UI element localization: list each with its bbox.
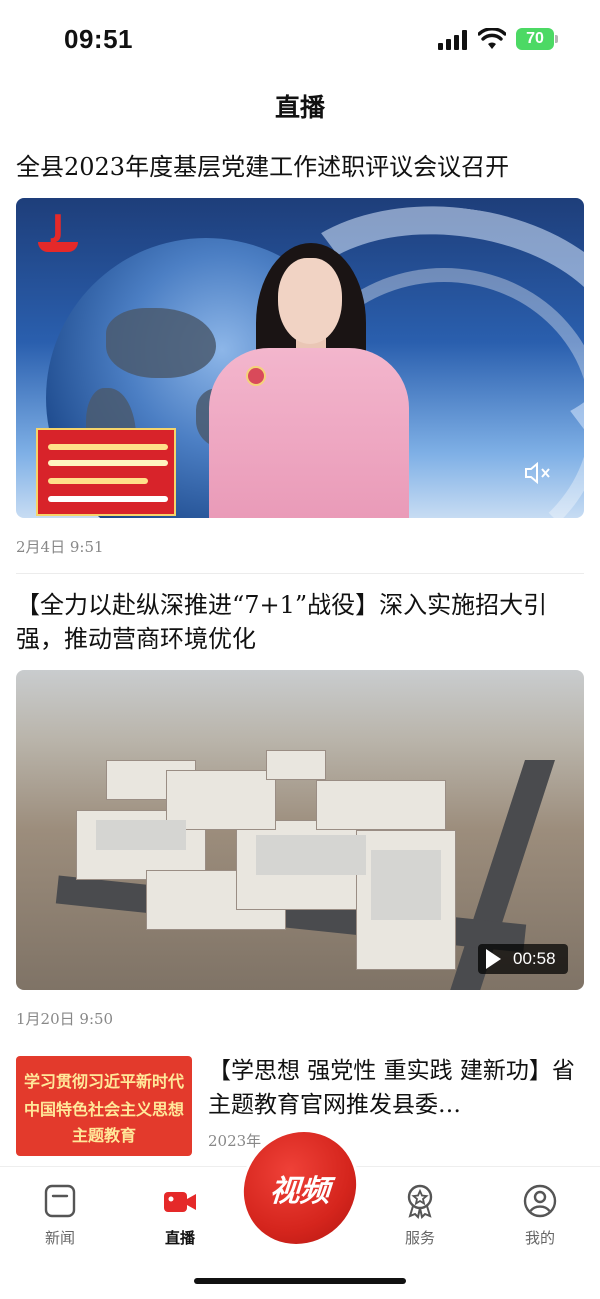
status-bar: 09:51 70 <box>0 0 600 80</box>
article-video-thumbnail[interactable]: J <box>16 198 584 518</box>
service-badge-icon <box>407 1184 433 1219</box>
article-date: 2月4日 9:51 <box>16 538 104 556</box>
status-time: 09:51 <box>64 24 133 54</box>
article-card[interactable]: 全县2023年度基层党建工作述职评议会议召开 J 2月4日 9:51 <box>16 150 584 557</box>
page-title: 直播 <box>274 93 325 122</box>
promo-line: 中国特色社会主义思想 <box>23 1100 184 1119</box>
advertisement-banner <box>36 428 176 516</box>
tab-service[interactable]: 服务 <box>380 1183 460 1253</box>
tab-live[interactable]: 直播 <box>140 1183 220 1253</box>
tab-label: 直播 <box>164 1229 195 1247</box>
channel-logo: J <box>38 212 78 264</box>
news-feed: 全县2023年度基层党建工作述职评议会议召开 J 2月4日 9:51 【全力以赴… <box>16 150 584 1029</box>
tab-label: 服务 <box>404 1229 435 1247</box>
article-card[interactable]: 【全力以赴纵深推进“7+1”战役】深入实施招大引强，推动营商环境优化 00:58… <box>16 588 584 1029</box>
article-title[interactable]: 【全力以赴纵深推进“7+1”战役】深入实施招大引强，推动营商环境优化 <box>16 588 584 656</box>
video-duration-badge: 00:58 <box>478 944 568 974</box>
profile-icon <box>523 1184 557 1218</box>
home-indicator[interactable] <box>194 1278 406 1284</box>
tab-news[interactable]: 新闻 <box>20 1183 100 1253</box>
battery-level: 70 <box>516 28 554 50</box>
article-title[interactable]: 【学思想 强党性 重实践 建新功】省主题教育官网推发县委… <box>208 1054 584 1122</box>
article-video-thumbnail[interactable]: 00:58 <box>16 670 584 990</box>
mute-icon[interactable] <box>524 462 552 484</box>
live-video-icon <box>164 1192 196 1212</box>
article-thumbnail[interactable]: 学习贯彻习近平新时代 中国特色社会主义思想 主题教育 <box>16 1056 192 1156</box>
tab-profile[interactable]: 我的 <box>500 1183 580 1253</box>
play-icon <box>486 949 501 969</box>
news-anchor <box>278 258 342 344</box>
video-duration: 00:58 <box>513 949 556 968</box>
article-title[interactable]: 全县2023年度基层党建工作述职评议会议召开 <box>16 150 584 184</box>
cellular-signal-icon <box>438 30 468 50</box>
promo-line: 主题教育 <box>71 1126 136 1145</box>
battery-icon: 70 <box>516 28 558 50</box>
news-icon <box>44 1184 76 1218</box>
divider <box>16 573 584 574</box>
article-date: 1月20日 9:50 <box>16 1010 114 1028</box>
tab-label: 新闻 <box>44 1229 75 1247</box>
promo-line: 学习贯彻习近平新时代 <box>23 1072 184 1091</box>
wifi-icon <box>478 28 506 49</box>
article-date: 2023年 <box>208 1132 262 1150</box>
tab-label: 我的 <box>524 1229 555 1247</box>
